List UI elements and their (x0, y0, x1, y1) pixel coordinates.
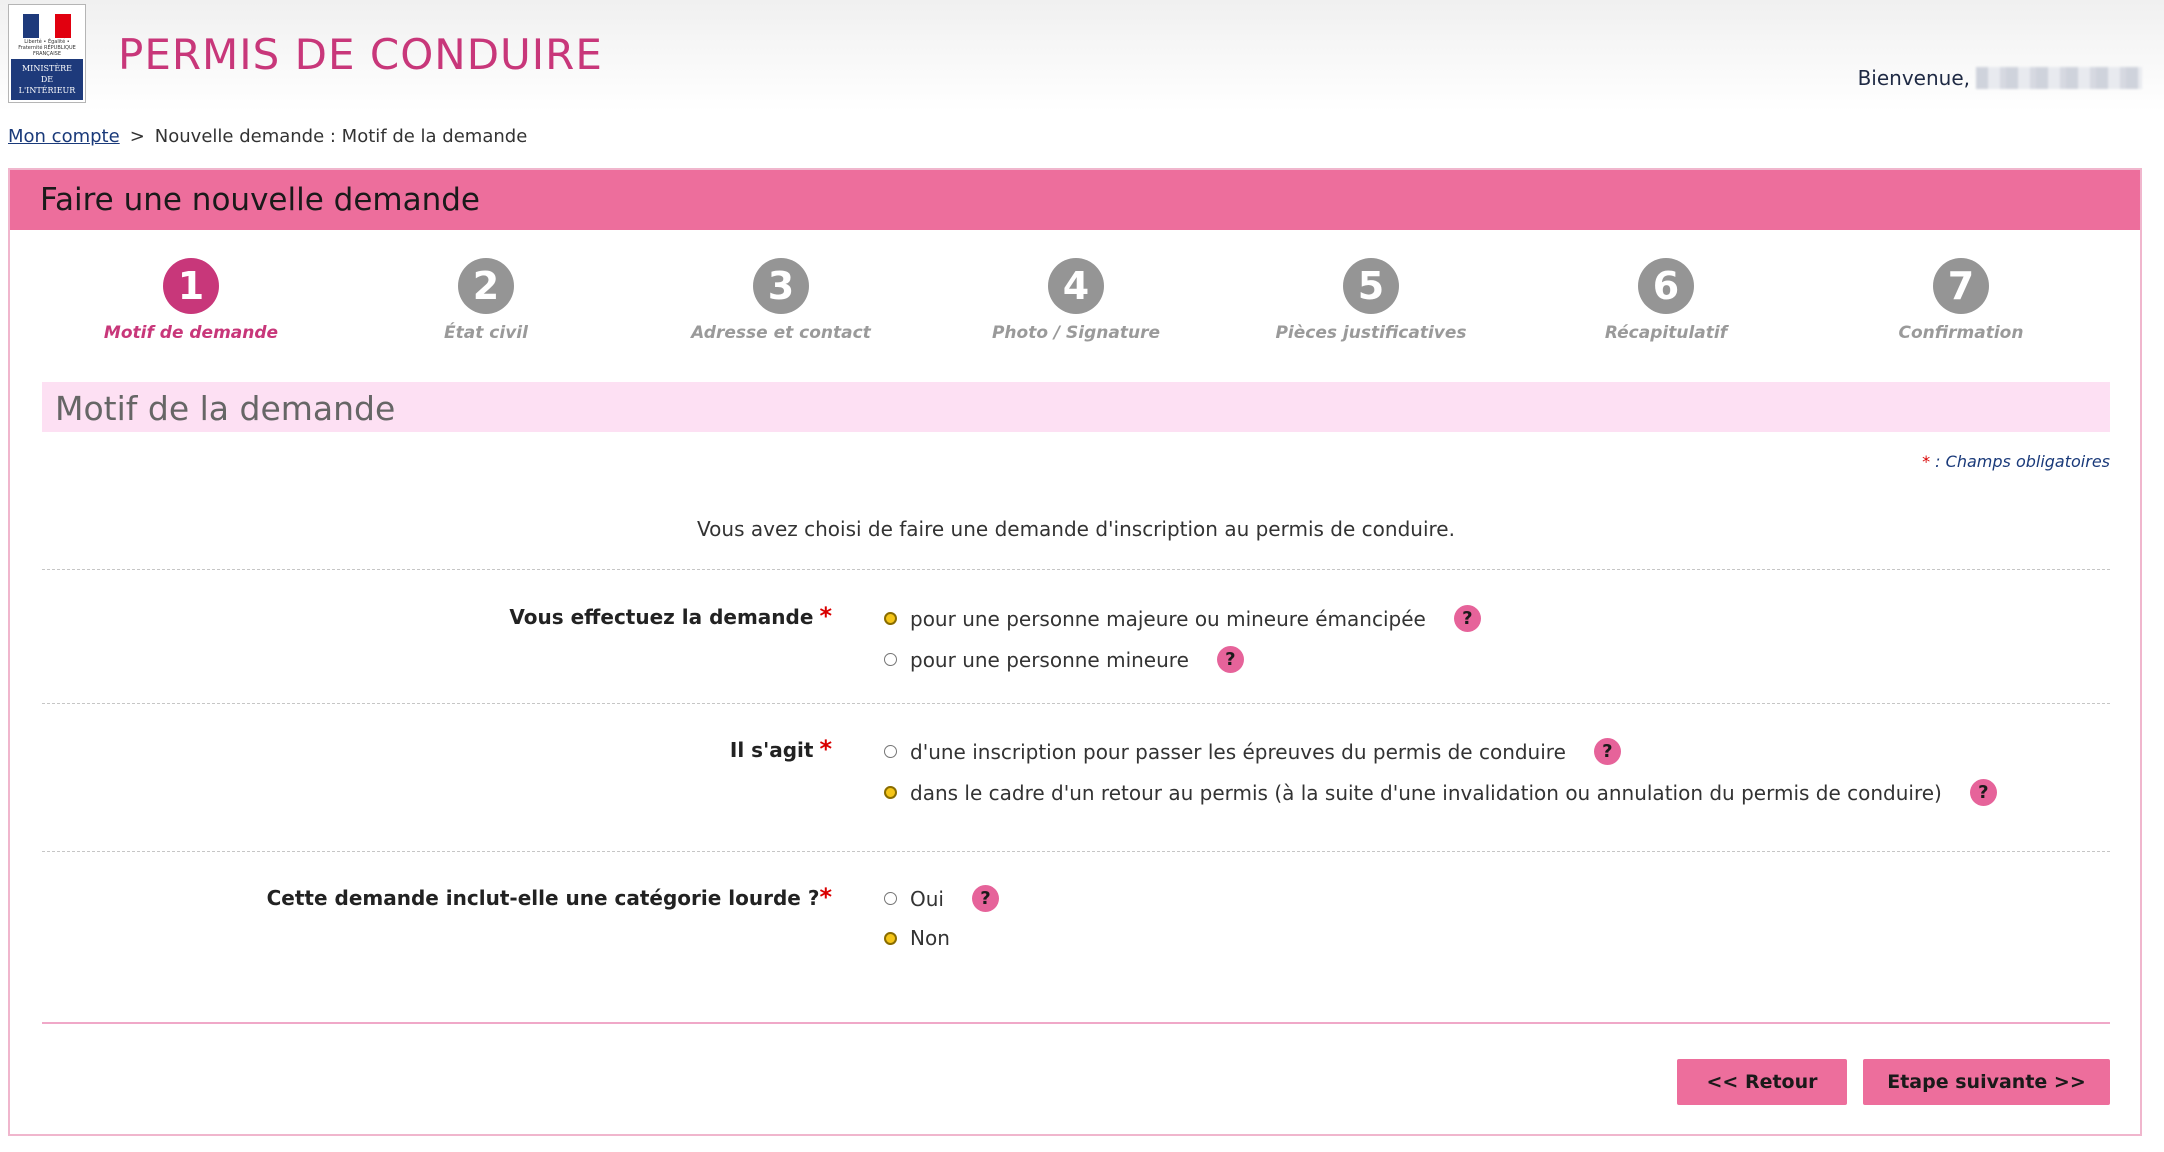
step-7-number: 7 (1933, 258, 1989, 314)
panel-header: Faire une nouvelle demande (10, 170, 2140, 230)
field-label-demande-text: Vous effectuez la demande (509, 605, 814, 629)
app-title: PERMIS DE CONDUIRE (118, 30, 603, 79)
logo-ministry-line1: MINISTÈRE (21, 64, 73, 73)
field-label-demande: Vous effectuez la demande * (509, 602, 832, 630)
radio-personne-mineure[interactable] (884, 653, 897, 666)
logo-ministry-line2: DE (40, 75, 54, 84)
step-2-number: 2 (458, 258, 514, 314)
user-name-redacted (1976, 67, 2142, 89)
step-2: 2 État civil (376, 258, 596, 343)
option-oui[interactable]: Oui ? (884, 885, 999, 912)
field-type-required-star: * (819, 735, 832, 763)
field-demande-required-star: * (819, 602, 832, 630)
step-4: 4 Photo / Signature (966, 258, 1186, 343)
marianne-flag-icon (23, 14, 71, 38)
option-personne-mineure-label[interactable]: pour une personne mineure (910, 648, 1189, 672)
help-icon[interactable]: ? (1969, 779, 1997, 806)
step-1: 1 Motif de demande (81, 258, 301, 343)
next-step-button[interactable]: Etape suivante >> (1863, 1059, 2110, 1105)
step-2-label: État civil (444, 323, 528, 343)
help-icon[interactable]: ? (1593, 738, 1621, 765)
welcome-label: Bienvenue, (1857, 66, 1970, 90)
breadcrumb-home-link[interactable]: Mon compte (8, 126, 120, 147)
required-fields-note: * : Champs obligatoires (1922, 452, 2110, 471)
option-retour-permis-label[interactable]: dans le cadre d'un retour au permis (à l… (910, 781, 1942, 805)
option-inscription-epreuves-label[interactable]: d'une inscription pour passer les épreuv… (910, 740, 1566, 764)
step-6-label: Récapitulatif (1604, 323, 1728, 343)
step-1-number: 1 (163, 258, 219, 314)
breadcrumb: Mon compte > Nouvelle demande : Motif de l… (8, 126, 527, 147)
option-personne-majeure[interactable]: pour une personne majeure ou mineure éma… (884, 605, 1481, 632)
panel-title: Faire une nouvelle demande (40, 182, 480, 218)
option-inscription-epreuves[interactable]: d'une inscription pour passer les épreuv… (884, 738, 1621, 765)
section-title: Motif de la demande (55, 389, 396, 428)
request-panel: Faire une nouvelle demande 1 Motif de de… (8, 168, 2142, 1136)
field-label-lourde: Cette demande inclut-elle une catégorie … (267, 883, 832, 911)
step-7: 7 Confirmation (1851, 258, 2071, 343)
help-icon[interactable]: ? (1453, 605, 1481, 632)
steps-progress: 1 Motif de demande 2 État civil 3 Adress… (10, 258, 2140, 348)
step-1-label: Motif de demande (103, 323, 279, 343)
step-5: 5 Pièces justificatives (1261, 258, 1481, 343)
divider (42, 703, 2110, 704)
logo-republic-text: Liberté • Égalité • Fraternité RÉPUBLIQU… (18, 39, 76, 57)
radio-retour-permis[interactable] (884, 786, 897, 799)
radio-oui[interactable] (884, 892, 897, 905)
step-5-label: Pièces justificatives (1275, 323, 1467, 343)
intro-text: Vous avez choisi de faire une demande d'… (697, 517, 1455, 541)
field-label-type: Il s'agit * (730, 735, 832, 763)
welcome-message: Bienvenue, (1858, 66, 2142, 90)
breadcrumb-separator: > (129, 126, 145, 147)
step-3-label: Adresse et contact (691, 323, 871, 343)
option-non[interactable]: Non (884, 926, 950, 950)
radio-non[interactable] (884, 931, 897, 945)
option-personne-mineure[interactable]: pour une personne mineure ? (884, 646, 1244, 673)
option-retour-permis[interactable]: dans le cadre d'un retour au permis (à l… (884, 779, 1997, 806)
field-label-lourde-text: Cette demande inclut-elle une catégorie … (266, 886, 820, 910)
step-6: 6 Récapitulatif (1556, 258, 1776, 343)
logo-ministry-line3: L'INTÉRIEUR (18, 86, 76, 95)
divider (42, 851, 2110, 852)
step-3: 3 Adresse et contact (671, 258, 891, 343)
radio-personne-majeure[interactable] (884, 612, 897, 625)
back-button[interactable]: << Retour (1677, 1059, 1847, 1105)
step-4-label: Photo / Signature (991, 323, 1161, 343)
form-bottom-line (42, 1022, 2110, 1024)
step-6-number: 6 (1638, 258, 1694, 314)
step-5-number: 5 (1343, 258, 1399, 314)
step-3-number: 3 (753, 258, 809, 314)
page-header: Liberté • Égalité • Fraternité RÉPUBLIQU… (0, 0, 2164, 112)
option-non-label[interactable]: Non (910, 926, 950, 950)
help-icon[interactable]: ? (971, 885, 999, 912)
step-4-number: 4 (1048, 258, 1104, 314)
divider (42, 569, 2110, 570)
help-icon[interactable]: ? (1216, 646, 1244, 673)
required-star: * (1922, 452, 1931, 471)
logo-ministry-box: MINISTÈRE DE L'INTÉRIEUR (11, 59, 83, 100)
section-title-bar: Motif de la demande (42, 382, 2110, 432)
step-7-label: Confirmation (1898, 323, 2024, 343)
field-lourde-required-star: * (819, 883, 832, 911)
field-label-type-text: Il s'agit (729, 738, 814, 762)
required-note-text: : Champs obligatoires (1930, 452, 2110, 471)
breadcrumb-current: Nouvelle demande : Motif de la demande (154, 126, 528, 147)
option-oui-label[interactable]: Oui (910, 887, 944, 911)
ministry-logo[interactable]: Liberté • Égalité • Fraternité RÉPUBLIQU… (8, 4, 86, 103)
radio-inscription-epreuves[interactable] (884, 745, 897, 758)
option-personne-majeure-label[interactable]: pour une personne majeure ou mineure éma… (910, 607, 1426, 631)
